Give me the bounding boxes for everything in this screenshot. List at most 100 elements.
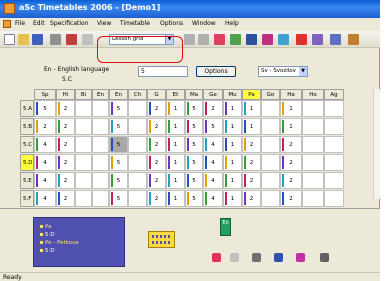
grid-cell[interactable] [92,190,109,207]
grid-cell[interactable]: 4 [203,136,223,153]
column-header[interactable]: Et [166,89,185,100]
grid-cell[interactable] [302,190,324,207]
grid-cell[interactable] [261,154,280,171]
grid-cell[interactable]: 4 [34,190,56,207]
grid-cell[interactable] [261,118,280,135]
grid-cell[interactable]: 1 [166,154,185,171]
grid-cell[interactable] [324,172,344,189]
menu-timetable[interactable]: Timetable [120,20,150,27]
grid-cell[interactable] [75,100,92,117]
grid-cell[interactable] [302,118,324,135]
grid-cell[interactable]: 1 [280,100,302,117]
lock-icon[interactable] [246,34,257,45]
column-header[interactable]: Ma [185,89,203,100]
grid-cell[interactable]: 2 [147,118,166,135]
grid-cell[interactable] [261,172,280,189]
grid-cell[interactable]: 5 [185,172,203,189]
save-icon[interactable] [32,34,43,45]
grid-cell[interactable]: 2 [56,190,75,207]
grid-cell[interactable]: 5 [185,136,203,153]
grid-cell[interactable] [261,136,280,153]
options-button[interactable]: Options [196,66,236,77]
grid-cell[interactable] [128,118,147,135]
grid-cell[interactable]: 4 [34,172,56,189]
grid-cell[interactable]: 2 [147,154,166,171]
class-input[interactable]: 5 [138,66,188,77]
row-header[interactable]: 5.D [20,154,34,171]
teacher-select[interactable]: Sv - Svozilov ▼ [258,66,308,77]
grid-cell[interactable] [324,136,344,153]
grid-cell[interactable]: 2 [280,154,302,171]
menu-specification[interactable]: Specification [50,20,89,27]
grid-cell[interactable] [261,100,280,117]
grid-cell[interactable] [128,136,147,153]
grid-cell[interactable]: 2 [56,154,75,171]
chart-icon[interactable] [330,34,341,45]
grid-cell[interactable]: 1 [166,136,185,153]
grid-cell[interactable] [324,100,344,117]
star-icon[interactable] [212,253,221,262]
grid-cell[interactable]: 1 [242,100,261,117]
column-header[interactable]: Ha [280,89,302,100]
column-header[interactable]: Hi [56,89,75,100]
redo-icon[interactable] [198,34,209,45]
menu-edit[interactable]: Edit [33,20,45,27]
menu-file[interactable]: File [15,20,25,27]
grid-cell[interactable] [75,190,92,207]
grid-cell[interactable] [302,100,324,117]
grid-cell[interactable] [302,154,324,171]
column-header[interactable]: Pa [242,89,261,100]
grid-cell[interactable]: 5 [185,154,203,171]
menu-view[interactable]: View [97,20,111,27]
grid-cell[interactable]: 1 [223,118,242,135]
group-icon[interactable] [320,253,329,262]
warning-icon[interactable] [296,34,307,45]
print-icon[interactable] [50,34,61,45]
grid-cell[interactable]: 5 [185,190,203,207]
generate-icon[interactable] [214,34,225,45]
grid-cell[interactable] [92,154,109,171]
report-icon[interactable] [312,34,323,45]
grid-cell[interactable]: 4 [34,154,56,171]
column-header[interactable]: Go [261,89,280,100]
column-header[interactable]: G [147,89,166,100]
grid-cell[interactable]: 2 [56,172,75,189]
mini-timetable[interactable] [148,231,175,248]
grid-cell[interactable] [92,172,109,189]
grid-cell[interactable]: 4 [34,136,56,153]
grid-cell[interactable] [128,100,147,117]
settings-icon[interactable] [82,34,93,45]
grid-cell[interactable]: 2 [242,154,261,171]
grid-cell[interactable]: 5 [109,118,128,135]
grid-cell[interactable]: 1 [223,136,242,153]
system-menu-icon[interactable] [3,20,11,28]
column-header[interactable]: Sp [34,89,56,100]
row-header[interactable]: 5.F [20,190,34,207]
grid-cell[interactable]: 5 [34,100,56,117]
grid-cell[interactable]: 5 [109,190,128,207]
row-header[interactable]: 5.B [20,118,34,135]
row-header[interactable]: 5.C [20,136,34,153]
grid-cell[interactable]: 1 [223,190,242,207]
column-header[interactable]: Ag [324,89,344,100]
row-header[interactable]: 5.E [20,172,34,189]
grid-cell[interactable]: 5 [109,136,128,153]
grid-cell[interactable]: 2 [280,172,302,189]
grid-cell[interactable]: 5 [185,118,203,135]
grid-cell[interactable] [75,136,92,153]
chevron-down-icon[interactable]: ▼ [299,67,307,76]
grid-cell[interactable] [302,136,324,153]
grid-cell[interactable]: 2 [203,100,223,117]
teacher-icon[interactable] [252,253,261,262]
grid-cell[interactable] [324,154,344,171]
grid-cell[interactable]: 1 [223,172,242,189]
grid-cell[interactable] [128,154,147,171]
new-icon[interactable] [4,34,15,45]
grid-cell[interactable] [92,118,109,135]
grid-cell[interactable] [75,172,92,189]
grid-cell[interactable] [92,100,109,117]
grid-cell[interactable]: 1 [223,100,242,117]
grid-cell[interactable]: 1 [223,154,242,171]
menu-help[interactable]: Help [225,20,239,27]
grid-cell[interactable]: 2 [147,100,166,117]
